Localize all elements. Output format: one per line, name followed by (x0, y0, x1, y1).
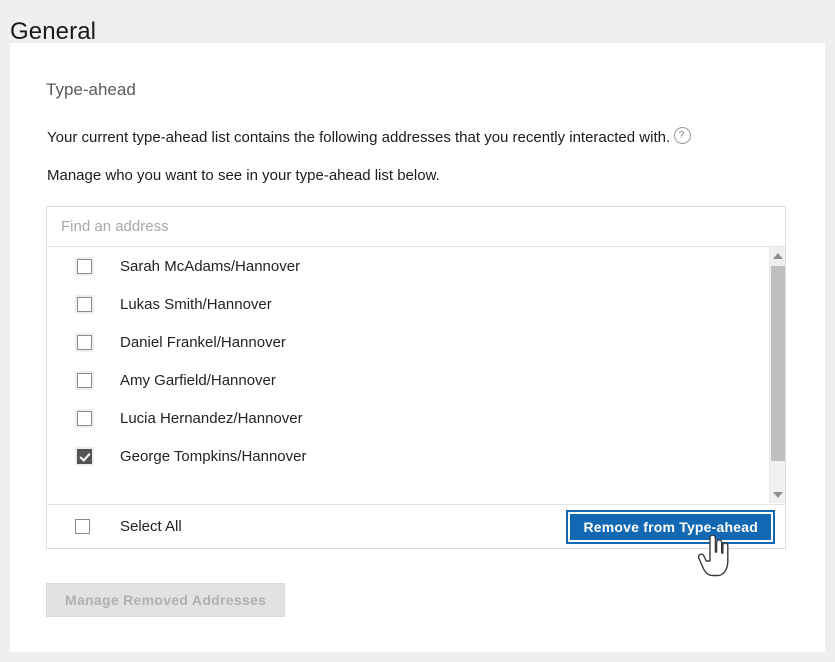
list-item[interactable]: Amy Garfield/Hannover (47, 361, 769, 399)
list-item[interactable]: Sarah McAdams/Hannover (47, 247, 769, 285)
address-list-rows: Sarah McAdams/Hannover Lukas Smith/Hannov… (47, 247, 769, 503)
search-row (47, 207, 785, 247)
select-all-label: Select All (120, 518, 182, 535)
address-label: Daniel Frankel/Hannover (120, 334, 286, 351)
address-checkbox[interactable] (77, 259, 92, 274)
address-label: George Tompkins/Hannover (120, 448, 307, 465)
description-line-1: Your current type-ahead list contains th… (47, 125, 691, 146)
address-checkbox[interactable] (77, 449, 92, 464)
chevron-up-icon (773, 253, 783, 259)
list-item[interactable]: George Tompkins/Hannover (47, 437, 769, 475)
address-label: Amy Garfield/Hannover (120, 372, 276, 389)
scrollbar-thumb[interactable] (771, 266, 785, 461)
page-title: General (10, 18, 96, 46)
content-card: Type-ahead Your current type-ahead list … (10, 43, 825, 652)
select-all-checkbox[interactable] (75, 519, 90, 534)
address-checkbox[interactable] (77, 373, 92, 388)
list-item[interactable]: Daniel Frankel/Hannover (47, 323, 769, 361)
description-line-2: Manage who you want to see in your type-… (47, 167, 440, 184)
address-checkbox[interactable] (77, 335, 92, 350)
address-checkbox[interactable] (77, 411, 92, 426)
section-heading: Type-ahead (46, 80, 136, 100)
search-input[interactable] (47, 207, 785, 246)
remove-from-typeahead-button[interactable]: Remove from Type-ahead (566, 510, 775, 544)
address-label: Sarah McAdams/Hannover (120, 258, 300, 275)
description-text-1: Your current type-ahead list contains th… (47, 129, 670, 146)
typeahead-list-container: Sarah McAdams/Hannover Lukas Smith/Hannov… (46, 206, 786, 549)
chevron-down-icon (773, 492, 783, 498)
scrollbar-up-button[interactable] (770, 247, 785, 264)
help-circle-icon[interactable]: ? (674, 127, 691, 144)
address-checkbox[interactable] (77, 297, 92, 312)
address-label: Lucia Hernandez/Hannover (120, 410, 303, 427)
list-scrollbar[interactable] (769, 247, 785, 503)
scrollbar-down-button[interactable] (770, 486, 785, 503)
address-list-area: Sarah McAdams/Hannover Lukas Smith/Hannov… (47, 247, 785, 503)
list-item-clipped[interactable] (47, 475, 769, 503)
list-item[interactable]: Lucia Hernandez/Hannover (47, 399, 769, 437)
list-item[interactable]: Lukas Smith/Hannover (47, 285, 769, 323)
address-label: Lukas Smith/Hannover (120, 296, 272, 313)
manage-removed-addresses-button[interactable]: Manage Removed Addresses (46, 583, 285, 617)
select-all-row: Select All Remove from Type-ahead (47, 504, 785, 548)
svg-text:?: ? (679, 130, 685, 141)
